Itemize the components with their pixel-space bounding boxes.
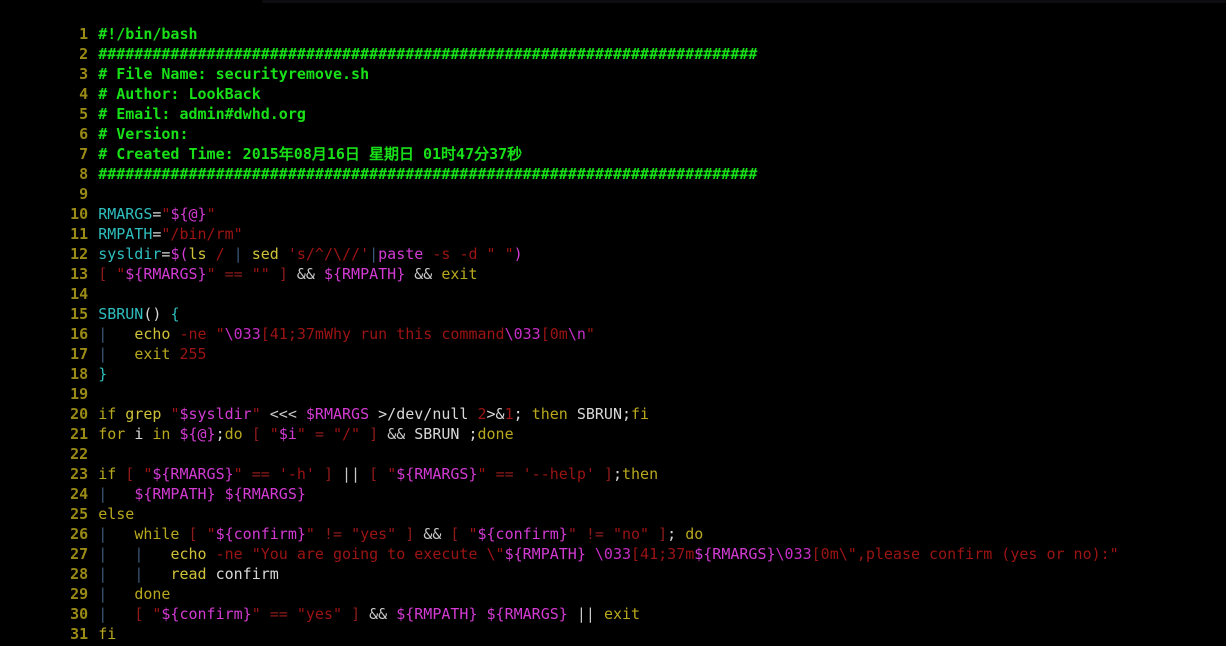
code-area[interactable]: 1 #!/bin/bash 2 ##########################… [0, 4, 1226, 646]
code-line[interactable]: 9 [0, 164, 1226, 203]
code-line[interactable]: 13[ "${RMARGS}" == "" ] && ${RMPATH} && … [0, 244, 1226, 283]
code-line[interactable]: 14 [0, 264, 1226, 303]
code-line[interactable]: 7 # Created Time: 2015年08月16日 星期日 01时47分3… [0, 124, 1226, 163]
code-line[interactable]: 30 | [ "${confirm}" == "yes" ] && ${RMPAT… [0, 584, 1226, 623]
code-line[interactable]: 26 | while [ "${confirm}" != "yes" ] && [… [0, 504, 1226, 543]
code-line[interactable]: 20 if grep "$sysldir" <<< $RMARGS >/dev/n… [0, 384, 1226, 423]
code-line[interactable]: 16 | echo -ne "\033[41;37mWhy run this co… [0, 304, 1226, 343]
code-line[interactable]: 6 # Version: [0, 104, 1226, 143]
code-line[interactable]: 28 | | read confirm [0, 544, 1226, 583]
code-line[interactable]: 5 # Email: admin#dwhd.org [0, 84, 1226, 123]
code-line[interactable]: 25 else [0, 484, 1226, 523]
code-line[interactable]: 31 fi [0, 604, 1226, 643]
code-line[interactable]: 17 | exit 255 [0, 324, 1226, 363]
code-editor[interactable]: 1 #!/bin/bash 2 ##########################… [0, 0, 1226, 646]
code-line[interactable]: 19 [0, 364, 1226, 403]
code-line[interactable]: 15 SBRUN() { [0, 284, 1226, 323]
code-line[interactable]: 3 # File Name: securityremove.sh [0, 44, 1226, 83]
code-line[interactable]: 21 for i in ${@};do [ "$i" = "/" ] && SBR… [0, 404, 1226, 443]
code-line[interactable]: 24 | ${RMPATH} ${RMARGS} [0, 464, 1226, 503]
code-line[interactable]: 22 [0, 424, 1226, 463]
code-line[interactable]: 32 [0, 624, 1226, 646]
code-line[interactable]: 18} [0, 344, 1226, 383]
code-line[interactable]: 27 | | echo -ne "You are going to execute… [0, 524, 1226, 563]
code-line[interactable]: 8 #######################################… [0, 144, 1226, 183]
code-line[interactable]: 1 #!/bin/bash [0, 4, 1226, 43]
code-line[interactable]: 4 # Author: LookBack [0, 64, 1226, 103]
code-line[interactable]: 10 RMARGS="${@}" [0, 184, 1226, 223]
window-top-edge [262, 0, 1226, 3]
code-line[interactable]: 23 if [ "${RMARGS}" == '-h' ] || [ "${RMA… [0, 444, 1226, 483]
code-line[interactable]: 11 RMPATH="/bin/rm" [0, 204, 1226, 243]
code-line[interactable]: 29 | done [0, 564, 1226, 603]
code-line[interactable]: 2 #######################################… [0, 24, 1226, 63]
code-line[interactable]: 12 sysldir=$(ls / | sed 's/^/\//'|paste -… [0, 224, 1226, 263]
